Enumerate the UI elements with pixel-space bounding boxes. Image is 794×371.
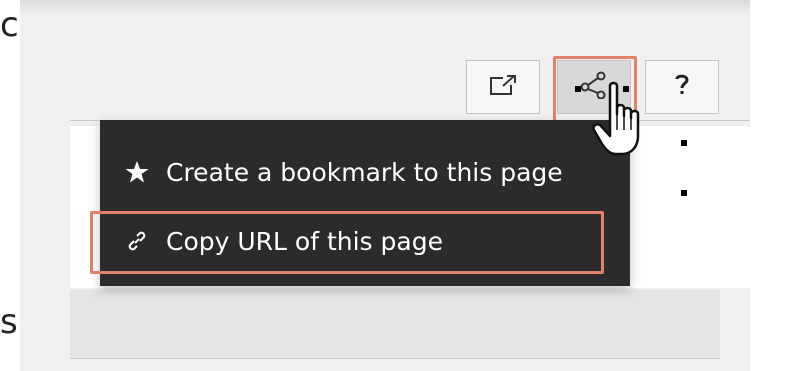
- open-in-new-window-icon: [489, 74, 517, 100]
- menu-item-create-bookmark[interactable]: Create a bookmark to this page: [100, 142, 630, 202]
- help-icon: [675, 74, 689, 100]
- menu-item-label: Create a bookmark to this page: [166, 157, 563, 187]
- edge-text-bottom: s: [0, 302, 18, 342]
- selection-handle: [681, 190, 687, 196]
- footer-strip: [70, 290, 720, 358]
- edge-text-top: c: [0, 5, 19, 45]
- hand-cursor-icon: [590, 80, 650, 160]
- copy-url-highlight: [90, 211, 604, 274]
- footer-divider: [70, 358, 720, 359]
- selection-handle: [681, 140, 687, 146]
- open-in-new-window-button[interactable]: [466, 60, 540, 114]
- star-icon: [124, 160, 150, 184]
- help-button[interactable]: [645, 60, 719, 114]
- panel-top-shade: [20, 0, 750, 14]
- selection-handle: [575, 86, 581, 92]
